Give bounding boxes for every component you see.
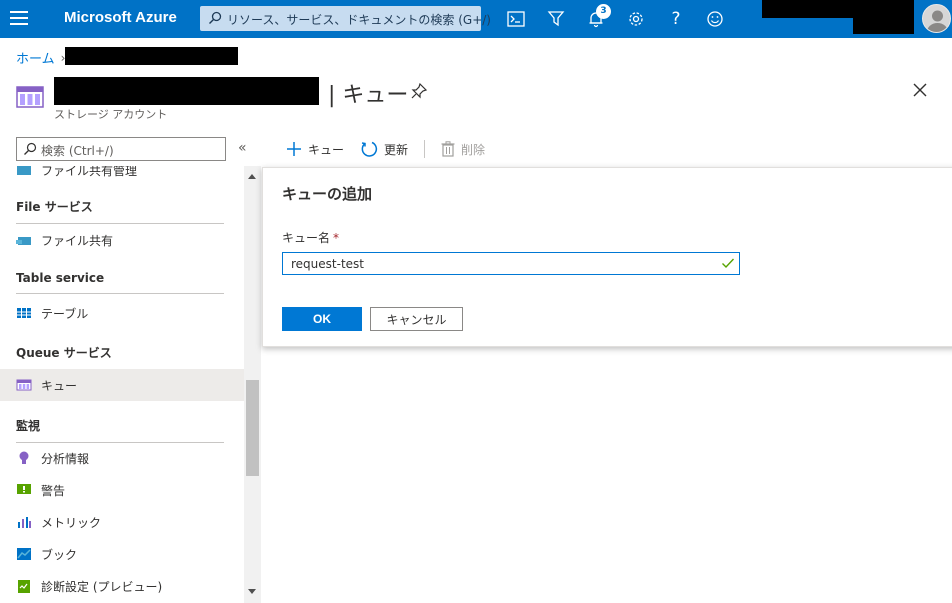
diagnostic-settings-icon: [18, 580, 30, 593]
nav-item-label: ブック: [41, 547, 78, 562]
nav-item-label: ファイル共有管理: [41, 166, 138, 178]
nav-item-fileshare[interactable]: ファイル共有: [0, 224, 244, 256]
scrollbar-thumb[interactable]: [246, 380, 259, 476]
hamburger-menu-icon[interactable]: [10, 11, 28, 25]
table-icon: [17, 308, 31, 318]
refresh-button[interactable]: 更新: [360, 140, 408, 158]
nav-item-label: 警告: [41, 483, 66, 498]
workbook-icon: [17, 548, 31, 560]
nav-item-metrics[interactable]: メトリック: [0, 506, 244, 538]
gear-icon[interactable]: [625, 8, 647, 30]
help-icon[interactable]: ?: [665, 8, 687, 30]
breadcrumb-resource-redacted: [65, 47, 238, 65]
nav-item-queue[interactable]: キュー: [0, 369, 244, 401]
refresh-icon: [361, 141, 378, 157]
collapse-nav-button[interactable]: «: [238, 140, 247, 156]
trash-icon: [441, 141, 455, 157]
folder-icon: [17, 166, 31, 175]
nav-item-label: メトリック: [41, 515, 102, 530]
notification-badge: 3: [596, 4, 611, 19]
required-mark: *: [333, 231, 340, 245]
search-icon: [209, 11, 222, 24]
breadcrumb: ホーム ›: [16, 48, 71, 68]
nav-item-insights[interactable]: 分析情報: [0, 442, 244, 474]
global-search-placeholder: リソース、サービス、ドキュメントの検索 (G+/): [227, 13, 491, 27]
delete-label: 削除: [461, 142, 486, 157]
top-bar: Microsoft Azure リソース、サービス、ドキュメントの検索 (G+/…: [0, 0, 952, 38]
nav-search-placeholder: 検索 (Ctrl+/): [41, 144, 114, 158]
queue-icon: [16, 379, 32, 391]
nav-item-alerts[interactable]: 警告: [0, 474, 244, 506]
file-share-icon: [16, 237, 31, 245]
queue-name-label-text: キュー名: [282, 231, 331, 245]
nav-group-table: Table service: [16, 271, 224, 294]
resource-menu: ファイル共有管理 File サービス ファイル共有 Table service …: [0, 166, 244, 603]
queue-name-input[interactable]: [283, 253, 713, 274]
metrics-icon: [18, 517, 31, 528]
queue-name-field[interactable]: [282, 252, 740, 275]
scroll-down-icon[interactable]: [248, 589, 256, 594]
command-bar: キュー 更新 削除: [286, 137, 501, 161]
breadcrumb-home-link[interactable]: ホーム: [16, 48, 55, 67]
scroll-up-icon[interactable]: [248, 174, 256, 179]
avatar[interactable]: [922, 4, 951, 33]
azure-portal: Microsoft Azure リソース、サービス、ドキュメントの検索 (G+/…: [0, 0, 952, 603]
lightbulb-icon: [19, 451, 29, 464]
nav-item-fileshare-manage[interactable]: ファイル共有管理: [0, 166, 244, 186]
nav-item-diagnostics[interactable]: 診断設定 (プレビュー): [0, 570, 244, 602]
nav-item-label: テーブル: [41, 306, 89, 321]
nav-group-file: File サービス: [16, 198, 224, 224]
search-icon: [24, 142, 37, 155]
page-title: | キュー: [328, 83, 409, 108]
checkmark-icon: [722, 258, 735, 269]
brand-title[interactable]: Microsoft Azure: [64, 9, 177, 26]
toolbar-divider: [424, 140, 426, 158]
add-queue-dialog: キューの追加 キュー名* OK キャンセル: [262, 167, 952, 347]
plus-icon: [287, 142, 301, 156]
resource-name-redacted: [54, 77, 319, 105]
queue-icon: [16, 86, 44, 108]
ok-button[interactable]: OK: [282, 307, 362, 331]
nav-group-queue: Queue サービス: [16, 344, 224, 370]
alert-icon: [17, 484, 31, 494]
pin-icon[interactable]: [410, 82, 428, 100]
account-directory-redacted: [853, 18, 914, 34]
queue-name-label: キュー名 *: [282, 229, 339, 246]
nav-search-input[interactable]: 検索 (Ctrl+/): [16, 137, 226, 161]
refresh-label: 更新: [384, 142, 409, 157]
global-search-input[interactable]: リソース、サービス、ドキュメントの検索 (G+/): [200, 6, 491, 31]
feedback-smiley-icon[interactable]: [704, 8, 726, 30]
add-queue-button[interactable]: キュー: [286, 141, 344, 158]
terminal-icon[interactable]: [505, 8, 527, 30]
nav-scrollbar[interactable]: [244, 166, 261, 603]
nav-item-label: ファイル共有: [41, 233, 114, 248]
nav-group-monitor: 監視: [16, 417, 224, 443]
page-subtitle: ストレージ アカウント: [54, 108, 168, 121]
add-queue-label: キュー: [308, 142, 345, 157]
nav-item-label: 診断設定 (プレビュー): [41, 579, 163, 594]
delete-button[interactable]: 削除: [441, 141, 485, 158]
close-icon[interactable]: [910, 80, 930, 100]
directory-filter-icon[interactable]: [545, 8, 567, 30]
nav-item-workbooks[interactable]: ブック: [0, 538, 244, 570]
nav-item-table[interactable]: テーブル: [0, 297, 244, 329]
dialog-title: キューの追加: [282, 185, 373, 203]
account-name-redacted: [762, 0, 914, 18]
nav-item-label: キュー: [41, 378, 78, 393]
nav-item-label: 分析情報: [41, 451, 90, 466]
cancel-button[interactable]: キャンセル: [370, 307, 463, 331]
